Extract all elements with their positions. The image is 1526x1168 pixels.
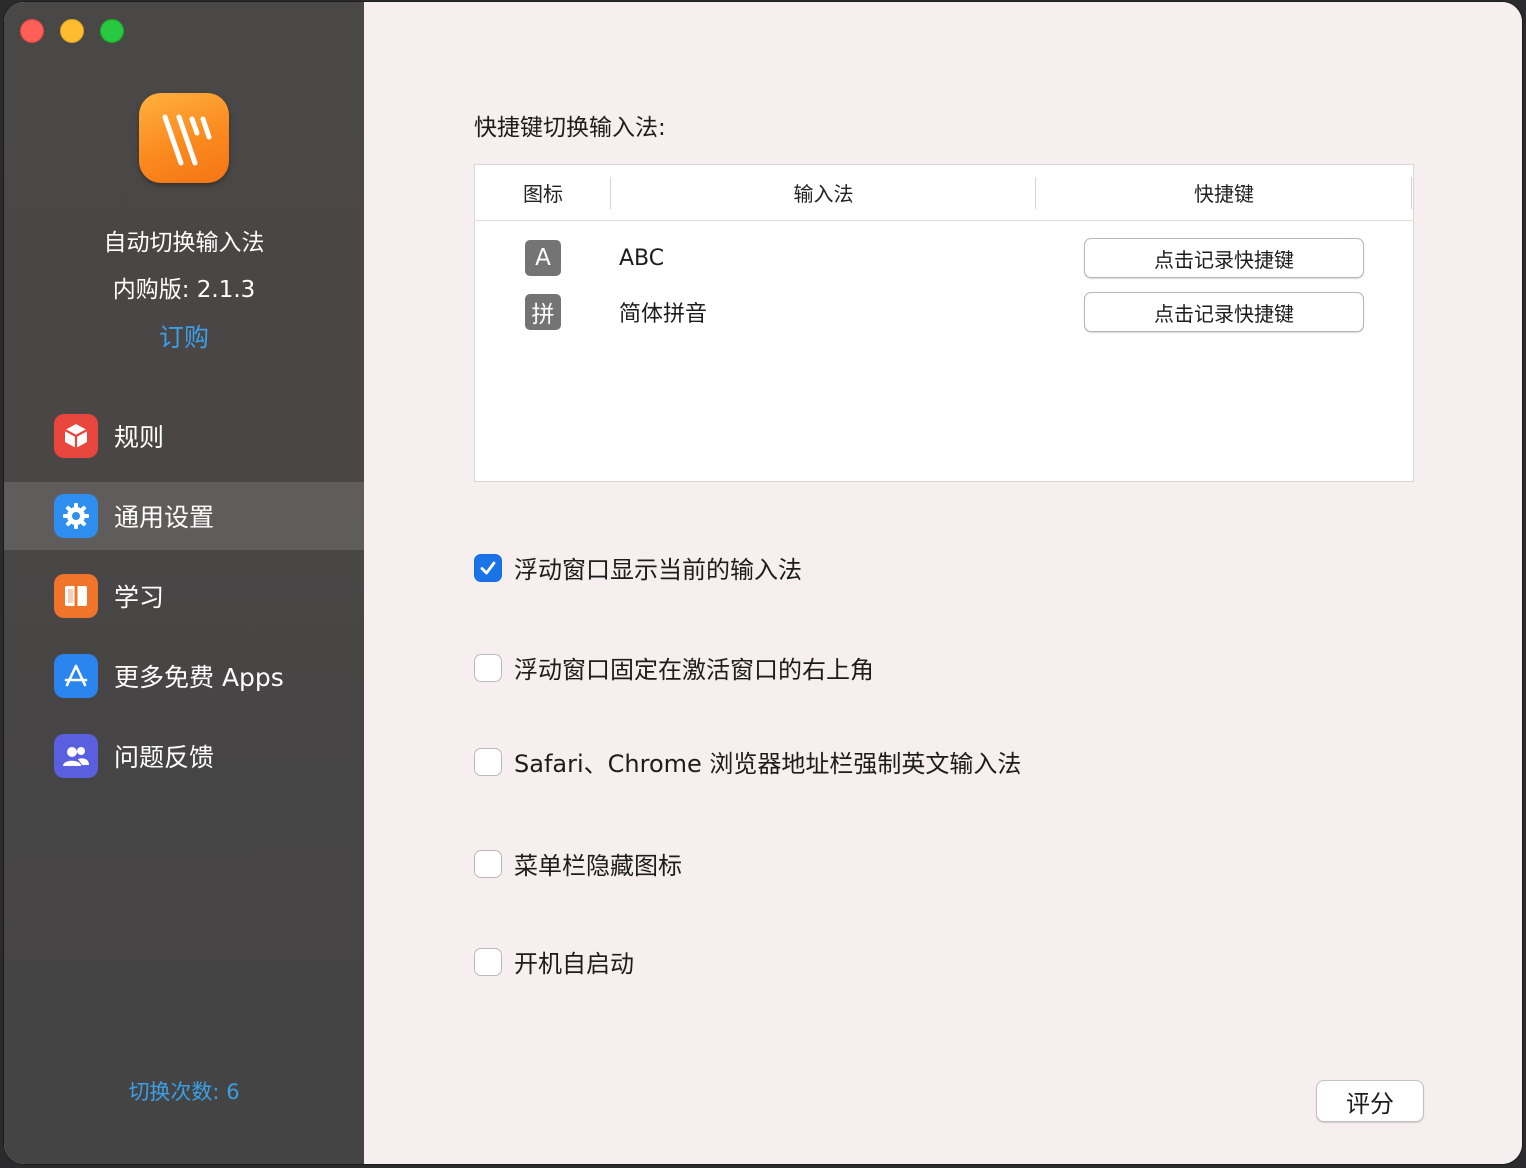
sidebar-item-label: 通用设置 bbox=[114, 503, 215, 532]
table-row[interactable]: 拼 简体拼音 点击记录快捷键 bbox=[475, 285, 1413, 339]
subscribe-link[interactable]: 订购 bbox=[4, 318, 364, 354]
rate-button[interactable]: 评分 bbox=[1316, 1080, 1424, 1122]
option-label: Safari、Chrome 浏览器地址栏强制英文输入法 bbox=[514, 750, 1022, 778]
option-label: 浮动窗口固定在激活窗口的右上角 bbox=[514, 656, 874, 684]
app-store-icon bbox=[54, 654, 98, 698]
column-header-input-method[interactable]: 输入法 bbox=[611, 165, 1036, 220]
gear-icon bbox=[54, 494, 98, 538]
input-method-name: 简体拼音 bbox=[619, 302, 708, 327]
option-launch-at-login[interactable]: 开机自启动 bbox=[474, 944, 634, 979]
sidebar: 自动切换输入法 内购版: 2.1.3 订购 规则 通用设置 学习 更多免费 Ap… bbox=[4, 2, 364, 1164]
input-method-name: ABC bbox=[619, 245, 665, 271]
sidebar-item-label: 学习 bbox=[114, 583, 165, 612]
option-pin-floating-window[interactable]: 浮动窗口固定在激活窗口的右上角 bbox=[474, 650, 874, 685]
cube-icon bbox=[54, 414, 98, 458]
checkbox[interactable] bbox=[474, 849, 502, 878]
sidebar-item-rules[interactable]: 规则 bbox=[4, 402, 364, 470]
option-label: 菜单栏隐藏图标 bbox=[514, 852, 682, 880]
option-hide-menubar-icon[interactable]: 菜单栏隐藏图标 bbox=[474, 846, 682, 881]
sidebar-item-general-settings[interactable]: 通用设置 bbox=[4, 482, 364, 550]
switch-count: 切换次数: 6 bbox=[128, 1080, 240, 1104]
table-row[interactable]: A ABC 点击记录快捷键 bbox=[475, 231, 1413, 285]
checkbox[interactable] bbox=[474, 653, 502, 682]
sidebar-nav: 规则 通用设置 学习 更多免费 Apps 问题反馈 bbox=[4, 402, 364, 802]
shortcut-table: 图标 输入法 快捷键 A ABC 点击记录快捷键 拼 简体拼音 点击记录快捷键 bbox=[474, 164, 1414, 482]
option-force-english-address-bar[interactable]: Safari、Chrome 浏览器地址栏强制英文输入法 bbox=[474, 744, 1021, 779]
record-shortcut-button[interactable]: 点击记录快捷键 bbox=[1084, 292, 1364, 332]
abc-input-icon: A bbox=[525, 240, 561, 276]
sidebar-item-label: 规则 bbox=[114, 423, 165, 452]
app-name: 自动切换输入法 bbox=[103, 230, 265, 256]
app-version: 内购版: 2.1.3 bbox=[112, 277, 256, 303]
main-panel: 快捷键切换输入法: 图标 输入法 快捷键 A ABC 点击记录快捷键 拼 简体拼… bbox=[364, 2, 1522, 1164]
minimize-button[interactable] bbox=[60, 19, 84, 43]
pinyin-input-icon: 拼 bbox=[525, 294, 561, 330]
table-header: 图标 输入法 快捷键 bbox=[475, 165, 1413, 221]
sidebar-item-learn[interactable]: 学习 bbox=[4, 562, 364, 630]
option-label: 开机自启动 bbox=[514, 950, 634, 978]
checkbox[interactable] bbox=[474, 947, 502, 976]
app-logo-icon bbox=[139, 93, 229, 183]
zoom-button[interactable] bbox=[100, 19, 124, 43]
column-header-icon[interactable]: 图标 bbox=[475, 165, 611, 220]
checkbox[interactable] bbox=[474, 747, 502, 776]
book-icon bbox=[54, 574, 98, 618]
sidebar-item-label: 更多免费 Apps bbox=[114, 663, 284, 692]
option-label: 浮动窗口显示当前的输入法 bbox=[514, 556, 802, 584]
app-window: 自动切换输入法 内购版: 2.1.3 订购 规则 通用设置 学习 更多免费 Ap… bbox=[4, 2, 1522, 1164]
sidebar-item-more-apps[interactable]: 更多免费 Apps bbox=[4, 642, 364, 710]
checkmark-icon bbox=[480, 561, 496, 574]
column-header-shortcut[interactable]: 快捷键 bbox=[1036, 165, 1412, 220]
section-title: 快捷键切换输入法: bbox=[474, 115, 666, 141]
close-button[interactable] bbox=[20, 19, 44, 43]
checkbox-checked[interactable] bbox=[474, 553, 502, 582]
people-icon bbox=[54, 734, 98, 778]
sidebar-item-label: 问题反馈 bbox=[114, 743, 215, 772]
option-show-floating-window[interactable]: 浮动窗口显示当前的输入法 bbox=[474, 550, 802, 585]
record-shortcut-button[interactable]: 点击记录快捷键 bbox=[1084, 238, 1364, 278]
sidebar-item-feedback[interactable]: 问题反馈 bbox=[4, 722, 364, 790]
window-controls bbox=[20, 19, 124, 43]
